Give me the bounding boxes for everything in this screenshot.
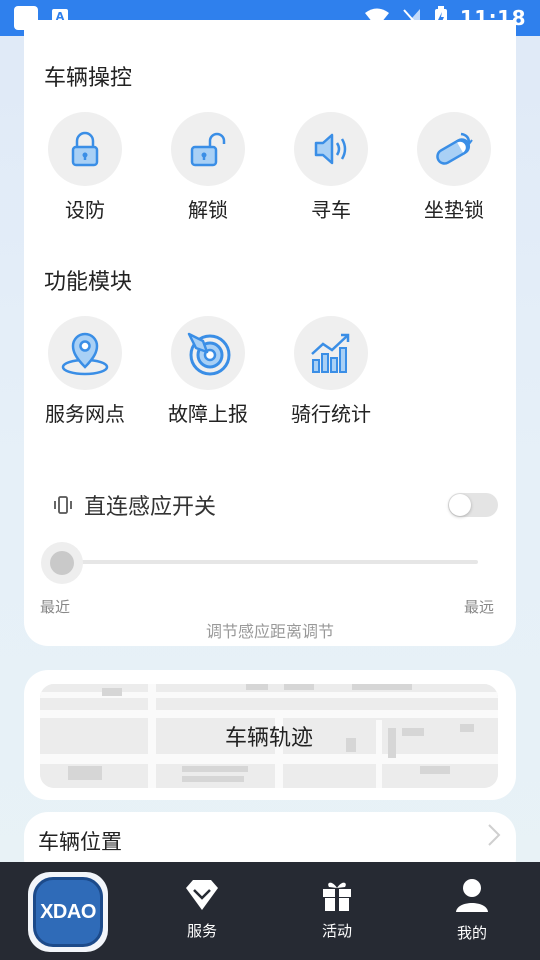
vibrate-icon: [54, 496, 72, 514]
riding-stats-label: 骑行统计: [291, 402, 371, 426]
function-modules-title: 功能模块: [44, 270, 133, 295]
unlock-icon: [190, 132, 226, 167]
slider-caption: 调节感应距离调节: [205, 622, 334, 641]
home-logo-button[interactable]: XDAO: [28, 872, 108, 952]
track-map-preview: 车辆轨迹: [40, 684, 498, 788]
fault-report-icon-circle: [171, 316, 245, 390]
nav-mine-label: 我的: [456, 924, 487, 942]
proximity-row: 直连感应开关: [52, 488, 498, 522]
seat-lock-button[interactable]: 坐垫锁: [399, 112, 509, 223]
seat-lock-icon-circle: [417, 112, 491, 186]
nav-activity-label: 活动: [321, 922, 352, 940]
nav-activity[interactable]: 活动: [297, 878, 377, 941]
stats-chart-icon: [311, 333, 350, 373]
riding-stats-icon-circle: [294, 316, 368, 390]
proximity-label: 直连感应开关: [84, 495, 217, 520]
vehicle-track-title: 车辆轨迹: [224, 726, 313, 751]
find-icon-circle: [294, 112, 368, 186]
vehicle-control-title: 车辆操控: [44, 66, 133, 91]
user-icon: [456, 879, 488, 912]
seat-lock-label: 坐垫锁: [424, 198, 484, 222]
target-icon: [187, 332, 231, 376]
distance-slider-track[interactable]: [62, 560, 478, 564]
arm-icon-circle: [48, 112, 122, 186]
service-outlets-label: 服务网点: [45, 402, 125, 426]
lock-icon: [71, 131, 99, 167]
location-pin-icon: [61, 332, 109, 376]
diamond-icon: [186, 880, 218, 910]
distance-slider-handle[interactable]: [41, 542, 83, 584]
fault-report-button[interactable]: 故障上报: [153, 316, 263, 427]
chevron-right-icon: [488, 824, 501, 846]
proximity-toggle[interactable]: [448, 493, 498, 517]
vehicle-control-card: 车辆操控 设防 解锁 寻车 坐垫锁 功能模块 服务网点 故障上报 骑行统计 直连…: [24, 20, 516, 646]
slider-max-label: 最远: [463, 598, 494, 616]
arm-button[interactable]: 设防: [30, 112, 140, 223]
speaker-icon: [314, 133, 347, 165]
service-outlets-button[interactable]: 服务网点: [30, 316, 140, 427]
unlock-icon-circle: [171, 112, 245, 186]
nav-service-label: 服务: [186, 922, 217, 940]
arm-label: 设防: [65, 198, 105, 222]
service-outlets-icon-circle: [48, 316, 122, 390]
find-vehicle-button[interactable]: 寻车: [276, 112, 386, 223]
bottom-navigation: XDAO 服务 活动 我的: [0, 862, 540, 960]
toggle-knob: [449, 494, 471, 516]
riding-stats-button[interactable]: 骑行统计: [276, 316, 386, 427]
nav-service[interactable]: 服务: [162, 878, 242, 941]
slider-min-label: 最近: [40, 598, 71, 616]
xdao-logo: XDAO: [33, 877, 103, 947]
gift-icon: [323, 882, 351, 911]
find-vehicle-label: 寻车: [311, 198, 351, 222]
vehicle-track-card[interactable]: 车辆轨迹: [24, 670, 516, 800]
fault-report-label: 故障上报: [168, 402, 248, 426]
unlock-button[interactable]: 解锁: [153, 112, 263, 223]
slider-handle-inner: [50, 551, 74, 575]
vehicle-location-title: 车辆位置: [38, 830, 122, 854]
nav-mine[interactable]: 我的: [432, 878, 512, 943]
unlock-label: 解锁: [188, 198, 228, 222]
seat-lock-icon: [436, 132, 473, 165]
